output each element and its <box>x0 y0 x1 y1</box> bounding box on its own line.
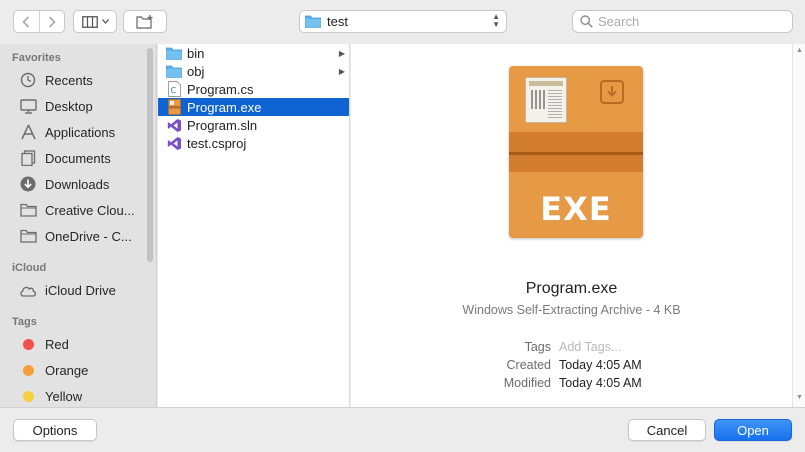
sidebar-item-onedrive[interactable]: OneDrive - C... <box>18 225 142 247</box>
scroll-up-arrow-icon[interactable]: ▲ <box>796 47 803 54</box>
yellow-tag-dot-icon <box>23 390 34 402</box>
sidebar-item-label: Recents <box>45 72 93 88</box>
sidebar-item-downloads[interactable]: Downloads <box>18 173 142 195</box>
download-arrow-icon <box>600 80 624 104</box>
sidebar-item-tag-red[interactable]: Red <box>18 333 142 355</box>
file-name: obj <box>187 63 205 79</box>
dialog-button-bar: Options Cancel Open <box>0 407 805 452</box>
add-tags-field[interactable]: Add Tags... <box>559 340 621 354</box>
sidebar-item-label: Yellow <box>45 388 83 404</box>
file-row-program-sln[interactable]: Program.sln <box>158 116 349 134</box>
search-field[interactable] <box>572 10 793 33</box>
file-row-bin[interactable]: bin ▶ <box>158 44 349 62</box>
open-button[interactable]: Open <box>714 419 792 441</box>
sidebar-item-label: Creative Clou... <box>45 202 135 218</box>
downloads-icon <box>18 175 38 193</box>
chevron-right-icon <box>48 15 56 28</box>
options-button[interactable]: Options <box>13 419 97 441</box>
column-view-icon <box>81 15 98 28</box>
folder-icon <box>18 201 38 219</box>
disclosure-arrow-icon: ▶ <box>338 48 345 58</box>
visual-studio-icon <box>166 135 182 151</box>
applications-icon <box>18 123 38 141</box>
sidebar-item-label: Desktop <box>45 98 93 114</box>
file-name: Program.cs <box>187 81 254 97</box>
sidebar-item-label: Documents <box>45 150 111 166</box>
sidebar: Favorites Recents Desktop Applications D… <box>0 44 157 407</box>
folder-icon <box>166 63 182 79</box>
new-folder-icon <box>136 14 153 29</box>
chevron-down-icon <box>101 19 109 24</box>
file-row-test-csproj[interactable]: test.csproj <box>158 134 349 152</box>
file-row-program-cs[interactable]: C Program.cs <box>158 80 349 98</box>
exe-document-icon: EXE <box>509 66 643 238</box>
csharp-file-icon: C <box>166 81 182 97</box>
preview-file-kind: Windows Self-Extracting Archive - 4 KB <box>462 303 681 317</box>
back-button[interactable] <box>14 11 39 32</box>
forward-button[interactable] <box>38 11 64 32</box>
toolbar: test ▲ ▼ <box>0 0 805 44</box>
view-mode-button[interactable] <box>73 10 117 33</box>
sidebar-item-label: Red <box>45 336 69 352</box>
file-name: Program.sln <box>187 117 258 133</box>
sidebar-item-label: OneDrive - C... <box>45 228 132 244</box>
cloud-icon <box>18 281 38 299</box>
sidebar-item-icloud-drive[interactable]: iCloud Drive <box>18 279 142 301</box>
location-popup[interactable]: test ▲ ▼ <box>299 10 507 33</box>
tags-label: Tags <box>524 340 551 354</box>
sidebar-scrollbar[interactable] <box>147 48 153 262</box>
preview-file-name: Program.exe <box>525 280 618 297</box>
file-row-obj[interactable]: obj ▶ <box>158 62 349 80</box>
sidebar-item-tag-orange[interactable]: Orange <box>18 359 142 381</box>
orange-tag-dot-icon <box>23 364 34 376</box>
sidebar-item-label: Downloads <box>45 176 110 192</box>
nav-button-group <box>13 10 65 33</box>
sidebar-item-label: iCloud Drive <box>45 282 116 298</box>
folder-icon <box>18 227 38 245</box>
file-row-program-exe[interactable]: Program.exe <box>158 98 349 116</box>
sidebar-item-label: Orange <box>45 362 89 378</box>
sidebar-item-desktop[interactable]: Desktop <box>18 95 142 117</box>
disclosure-arrow-icon: ▶ <box>338 66 345 76</box>
modified-value: Today 4:05 AM <box>559 376 642 390</box>
sidebar-item-creative-cloud[interactable]: Creative Clou... <box>18 199 142 221</box>
folder-icon <box>305 15 321 28</box>
icloud-heading: iCloud <box>12 262 47 274</box>
scroll-down-arrow-icon[interactable]: ▼ <box>796 394 803 401</box>
up-down-arrows-icon: ▲ ▼ <box>492 12 500 29</box>
search-icon <box>580 15 593 28</box>
preview-pane: EXE Program.exe Windows Self-Extracting … <box>351 44 792 407</box>
created-label: Created <box>506 358 551 372</box>
svg-text:C: C <box>170 86 176 95</box>
cancel-button[interactable]: Cancel <box>628 419 706 441</box>
icon-extension-label: EXE <box>540 190 612 228</box>
desktop-icon <box>18 97 38 115</box>
file-name: Program.exe <box>187 99 262 115</box>
modified-label: Modified <box>503 376 551 390</box>
search-input[interactable] <box>598 14 778 29</box>
file-list-column: bin ▶ obj ▶ C Program.cs Program.exe Pro… <box>158 44 350 407</box>
certificate-card-icon <box>525 77 567 123</box>
preview-scrollbar[interactable]: ▲ ▼ <box>792 44 805 407</box>
visual-studio-icon <box>166 117 182 133</box>
folder-icon <box>166 45 182 61</box>
favorites-heading: Favorites <box>12 52 61 64</box>
tags-heading: Tags <box>12 316 37 328</box>
documents-icon <box>18 149 38 167</box>
created-value: Today 4:05 AM <box>559 358 642 372</box>
sidebar-item-tag-yellow[interactable]: Yellow <box>18 385 142 407</box>
sidebar-item-recents[interactable]: Recents <box>18 69 142 91</box>
location-label: test <box>327 14 348 29</box>
sidebar-item-label: Applications <box>45 124 116 140</box>
new-folder-button[interactable] <box>123 10 167 33</box>
chevron-left-icon <box>22 15 30 28</box>
file-name: bin <box>187 45 205 61</box>
sidebar-item-applications[interactable]: Applications <box>18 121 142 143</box>
red-tag-dot-icon <box>23 338 34 350</box>
file-name: test.csproj <box>187 135 247 151</box>
sidebar-item-documents[interactable]: Documents <box>18 147 142 169</box>
clock-icon <box>18 71 38 89</box>
exe-file-icon <box>166 99 182 115</box>
